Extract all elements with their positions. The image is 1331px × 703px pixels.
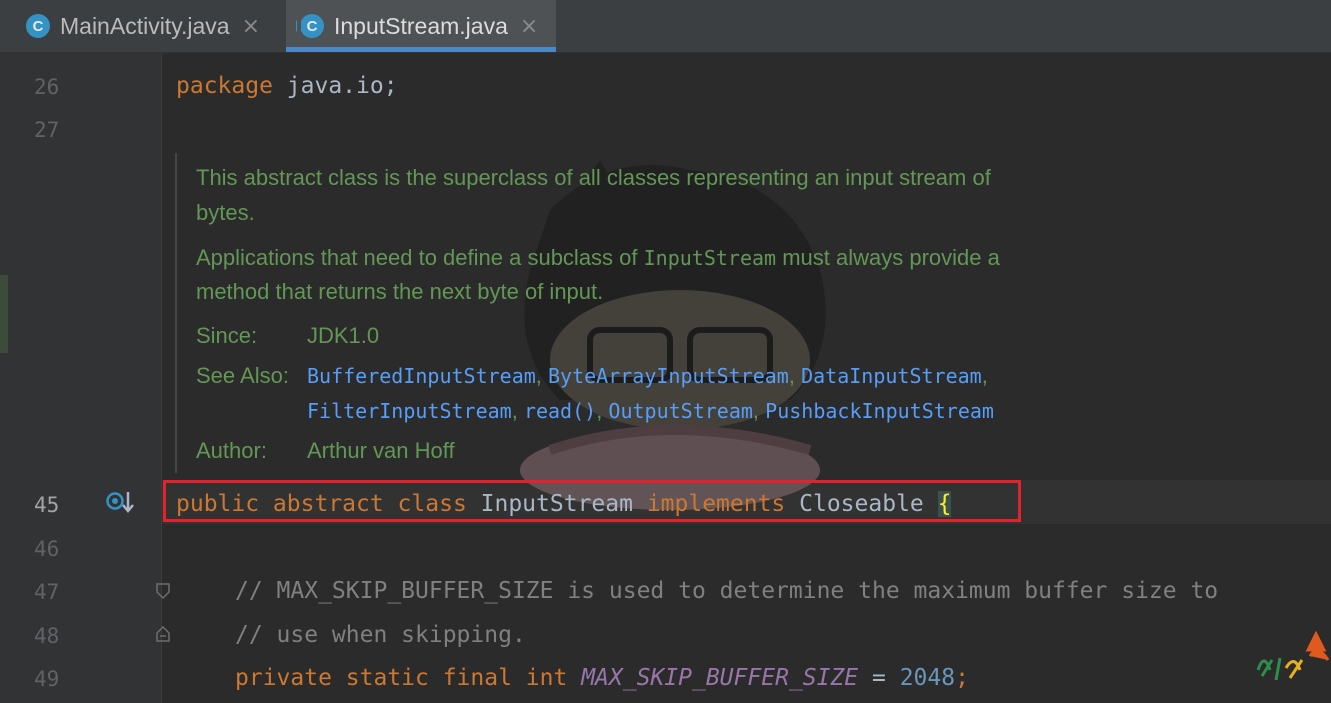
line-number: 47 [34, 580, 60, 604]
semicolon: ; [955, 665, 969, 691]
class-c-icon: C [26, 14, 50, 38]
close-icon[interactable]: × [242, 14, 260, 39]
editor-tab-bar: C MainActivity.java × C InputStream.java… [0, 0, 1331, 53]
doc-text: Applications that need to define a subcl… [196, 245, 644, 270]
doc-link[interactable]: DataInputStream [801, 364, 982, 388]
code-line-48: // use when skipping. [235, 622, 526, 648]
doc-code-ref: InputStream [643, 246, 777, 270]
corner-stamp-logo [1256, 630, 1330, 681]
line-number: 48 [34, 624, 60, 648]
change-marker [0, 275, 8, 353]
implemented-by-icon[interactable] [106, 490, 136, 516]
operator: = [858, 665, 900, 691]
line-number: 26 [34, 75, 60, 99]
doc-link[interactable]: BufferedInputStream [307, 364, 536, 388]
package-name: java.io; [272, 73, 398, 99]
anime-character-watermark [520, 160, 826, 510]
doc-paragraph-1-line-2: bytes. [196, 200, 255, 225]
active-tab-underline [286, 47, 556, 52]
line-number: 49 [34, 667, 60, 691]
doc-since-row: Since: [196, 319, 257, 353]
doc-paragraph-2-line-2: method that returns the next byte of inp… [196, 279, 604, 304]
keyword: package [176, 73, 273, 99]
doc-link[interactable]: ByteArrayInputStream [548, 364, 789, 388]
author-label: Author: [196, 438, 267, 463]
code-line-47: // MAX_SKIP_BUFFER_SIZE is used to deter… [235, 578, 1219, 604]
doc-paragraph-1-line-1: This abstract class is the superclass of… [196, 165, 991, 190]
fold-end-icon[interactable] [155, 626, 171, 642]
tab-label: InputStream.java [334, 12, 508, 39]
line-number: 46 [34, 537, 60, 561]
see-also-label: See Also: [196, 363, 289, 388]
doc-link[interactable]: PushbackInputStream [765, 399, 994, 423]
left-scroll-strip [0, 53, 12, 703]
gutter-divider [161, 53, 162, 703]
class-c-icon: C [296, 14, 324, 38]
highlight-box [163, 480, 1021, 522]
code-line-49: private static final int MAX_SKIP_BUFFER… [235, 663, 969, 693]
doc-text: must always provide a [776, 245, 1000, 270]
tab-label: MainActivity.java [60, 12, 230, 39]
author-value: Arthur van Hoff [307, 438, 455, 463]
tab-input-stream[interactable]: C InputStream.java × [286, 0, 556, 52]
line-number: 45 [34, 493, 60, 517]
doc-paragraph-2-line-1: Applications that need to define a subcl… [196, 241, 1000, 275]
constant-name: MAX_SKIP_BUFFER_SIZE [581, 665, 859, 691]
keyword: private static final int [235, 665, 568, 691]
fold-start-icon[interactable] [155, 583, 171, 599]
tab-main-activity[interactable]: C MainActivity.java × [14, 0, 280, 52]
see-also-row-2: FilterInputStream, read(), OutputStream,… [307, 398, 994, 423]
doc-link[interactable]: read() [524, 399, 596, 423]
number-literal: 2048 [899, 665, 956, 691]
code-line-26: package java.io; [176, 71, 398, 101]
since-value: JDK1.0 [307, 323, 380, 348]
doc-comment-bar [175, 153, 177, 473]
see-also-row-1: BufferedInputStream, ByteArrayInputStrea… [307, 363, 988, 388]
doc-link[interactable]: FilterInputStream [307, 399, 512, 423]
line-number: 27 [34, 118, 60, 142]
close-icon[interactable]: × [520, 14, 538, 39]
since-label: Since: [196, 323, 258, 348]
doc-link[interactable]: OutputStream [608, 399, 753, 423]
